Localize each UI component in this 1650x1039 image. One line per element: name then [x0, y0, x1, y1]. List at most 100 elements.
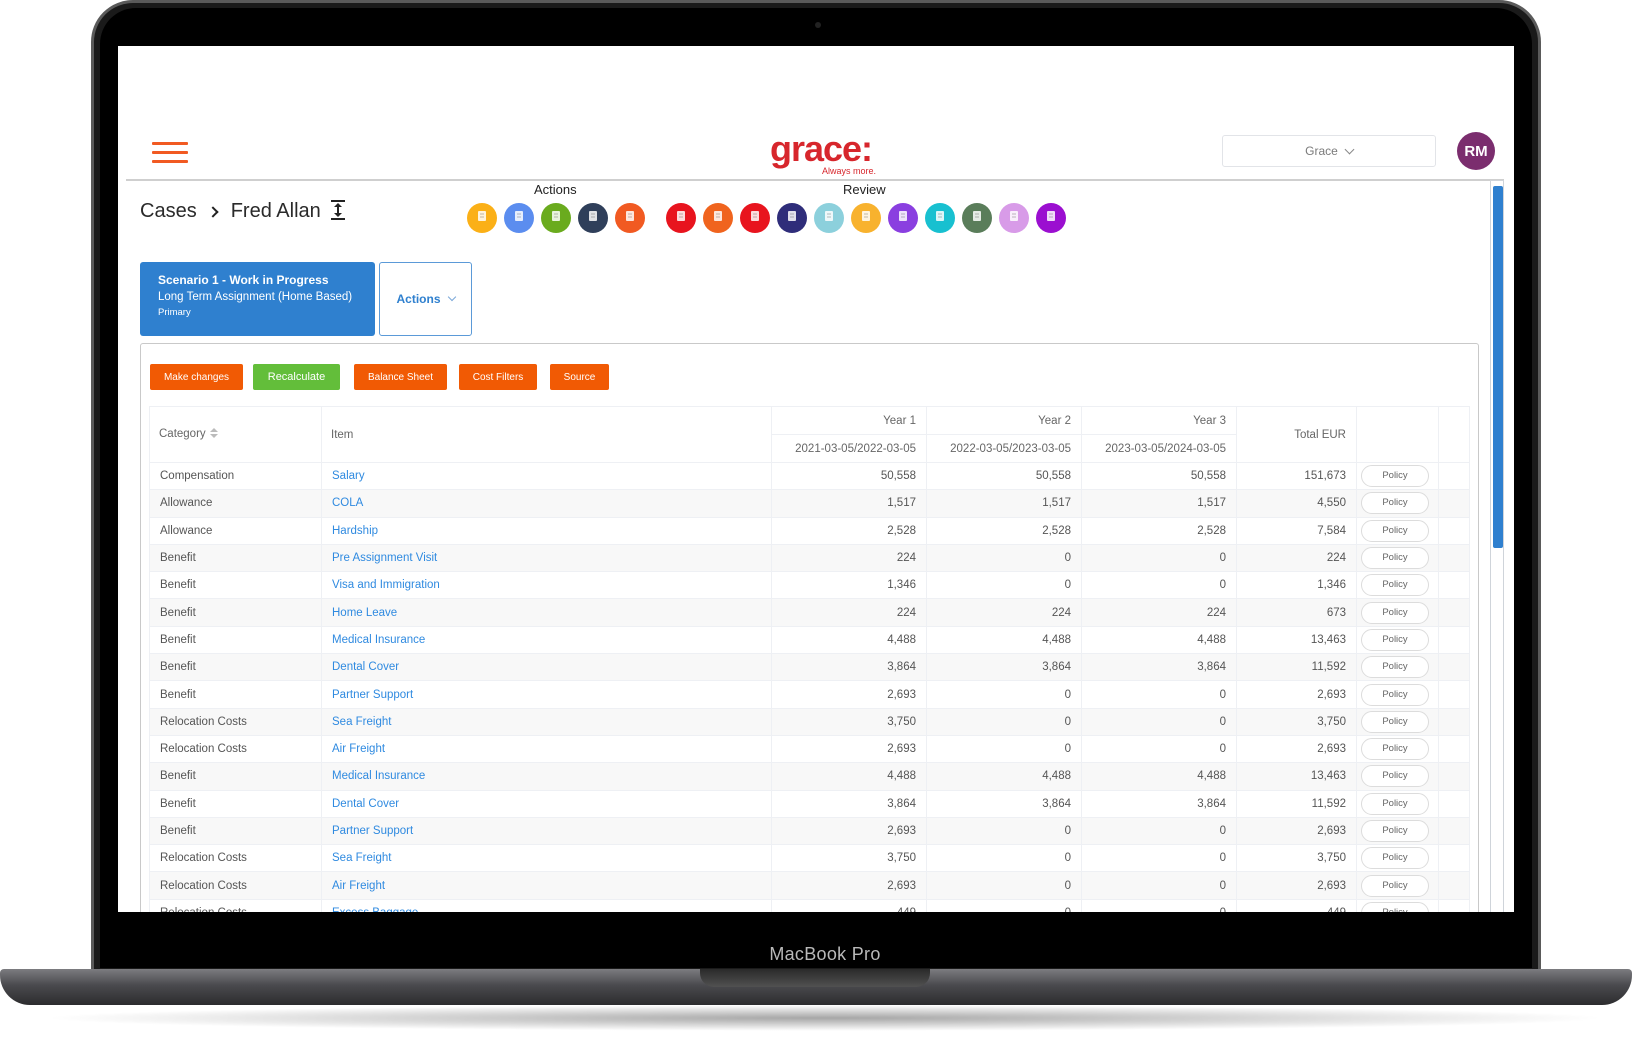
cell-total: 11,592 — [1236, 790, 1357, 818]
policy-button[interactable]: Policy — [1361, 901, 1429, 912]
item-link[interactable]: Dental Cover — [332, 661, 399, 673]
review-list-button[interactable] — [1036, 203, 1066, 233]
item-link[interactable]: Air Freight — [332, 880, 385, 892]
item-link[interactable]: Partner Support — [332, 825, 413, 837]
policy-button[interactable]: Policy — [1361, 792, 1429, 815]
expand-vertical-icon[interactable] — [328, 198, 348, 222]
cell-year2: 1,517 — [926, 489, 1082, 518]
item-link[interactable]: Pre Assignment Visit — [332, 552, 437, 564]
source-button[interactable]: Source — [550, 364, 609, 390]
cell-total: 13,463 — [1236, 626, 1357, 655]
balance-sheet-button[interactable]: Balance Sheet — [354, 364, 447, 390]
menu-icon[interactable] — [152, 142, 188, 164]
review-map-pin-button[interactable] — [851, 203, 881, 233]
cell-item: Pre Assignment Visit — [321, 544, 772, 573]
cell-policy: Policy — [1356, 762, 1439, 791]
policy-button[interactable]: Policy — [1361, 738, 1429, 761]
review-checklist-button[interactable] — [888, 203, 918, 233]
policy-button[interactable]: Policy — [1361, 628, 1429, 651]
policy-button[interactable]: Policy — [1361, 656, 1429, 679]
team-chart-icon — [586, 209, 600, 228]
policy-button[interactable]: Policy — [1361, 710, 1429, 733]
cell-year3: 0 — [1081, 544, 1237, 573]
column-header-category[interactable]: Category — [149, 406, 322, 463]
policy-button[interactable]: Policy — [1361, 574, 1429, 597]
cell-total: 3,750 — [1236, 708, 1357, 736]
item-link[interactable]: Sea Freight — [332, 716, 391, 728]
cell-item: Air Freight — [321, 735, 772, 764]
action-form-button[interactable] — [615, 203, 645, 233]
policy-button[interactable]: Policy — [1361, 465, 1429, 488]
item-link[interactable]: Partner Support — [332, 689, 413, 701]
item-link[interactable]: COLA — [332, 497, 363, 509]
policy-button[interactable]: Policy — [1361, 683, 1429, 706]
stage: MacBook Pro grace: Always more. Grace RM… — [0, 0, 1650, 1039]
review-inbox-button[interactable] — [925, 203, 955, 233]
policy-button[interactable]: Policy — [1361, 847, 1429, 870]
item-link[interactable]: Sea Freight — [332, 852, 391, 864]
action-mail-button[interactable] — [504, 203, 534, 233]
cell-policy: Policy — [1356, 871, 1439, 900]
cell-category: Benefit — [149, 598, 322, 627]
table-row: Allowance Hardship 2,528 2,528 2,528 7,584 Pol… — [149, 517, 1470, 545]
tenant-select-value: Grace — [1305, 144, 1338, 158]
cell-category: Benefit — [149, 762, 322, 791]
actions-group-label: Actions — [534, 182, 577, 197]
review-scales-button[interactable] — [999, 203, 1029, 233]
review-moving-truck-button[interactable] — [814, 203, 844, 233]
tenant-select[interactable]: Grace — [1222, 135, 1436, 167]
review-people-button[interactable] — [740, 203, 770, 233]
scenario-actions-label: Actions — [396, 292, 441, 306]
policy-button[interactable]: Policy — [1361, 765, 1429, 788]
item-link[interactable]: Hardship — [332, 525, 378, 537]
item-link[interactable]: Visa and Immigration — [332, 579, 440, 591]
item-link[interactable]: Medical Insurance — [332, 634, 425, 646]
item-link[interactable]: Medical Insurance — [332, 770, 425, 782]
recalculate-button[interactable]: Recalculate — [253, 364, 340, 390]
cell-year2: 4,488 — [926, 626, 1082, 655]
make-changes-button[interactable]: Make changes — [150, 364, 243, 390]
cell-year3: 0 — [1081, 844, 1237, 873]
policy-button[interactable]: Policy — [1361, 492, 1429, 515]
action-linked-folder-button[interactable] — [541, 203, 571, 233]
item-link[interactable]: Dental Cover — [332, 798, 399, 810]
table-row: Relocation Costs Sea Freight 3,750 0 0 3,750 P… — [149, 708, 1470, 736]
cell-policy: Policy — [1356, 571, 1439, 600]
policy-button[interactable]: Policy — [1361, 874, 1429, 897]
scenario-actions-dropdown[interactable]: Actions — [379, 262, 472, 336]
avatar[interactable]: RM — [1457, 132, 1495, 170]
form-icon — [623, 209, 637, 228]
sort-icon[interactable] — [209, 428, 218, 440]
policy-button[interactable]: Policy — [1361, 820, 1429, 842]
cell-year1: 1,517 — [771, 489, 927, 518]
cell-item: Home Leave — [321, 598, 772, 627]
cell-total: 2,693 — [1236, 871, 1357, 900]
review-coins-button[interactable] — [777, 203, 807, 233]
column-header-year2: Year 2 — [926, 406, 1082, 435]
cost-filters-button[interactable]: Cost Filters — [459, 364, 537, 390]
review-briefcase-button[interactable] — [666, 203, 696, 233]
chevron-down-icon — [1344, 144, 1355, 154]
cell-year1: 2,693 — [771, 680, 927, 709]
item-link[interactable]: Excess Baggage — [332, 907, 418, 912]
cell-spacer — [1438, 489, 1470, 518]
policy-button[interactable]: Policy — [1361, 547, 1429, 570]
breadcrumb-cases[interactable]: Cases — [140, 200, 197, 223]
cell-policy: Policy — [1356, 653, 1439, 682]
item-link[interactable]: Home Leave — [332, 607, 397, 619]
map-pin-icon — [859, 209, 873, 228]
cell-spacer — [1438, 598, 1470, 627]
action-team-chart-button[interactable] — [578, 203, 608, 233]
item-link[interactable]: Air Freight — [332, 743, 385, 755]
policy-button[interactable]: Policy — [1361, 519, 1429, 542]
review-gauge-button[interactable] — [703, 203, 733, 233]
table-row: Benefit Dental Cover 3,864 3,864 3,864 11,592… — [149, 790, 1470, 818]
cell-item: Salary — [321, 462, 772, 491]
cell-spacer — [1438, 680, 1470, 709]
policy-button[interactable]: Policy — [1361, 601, 1429, 624]
review-dollar-button[interactable] — [962, 203, 992, 233]
scrollbar-thumb[interactable] — [1493, 186, 1503, 548]
action-document-button[interactable] — [467, 203, 497, 233]
item-link[interactable]: Salary — [332, 470, 365, 482]
scenario-card[interactable]: Scenario 1 - Work in Progress Long Term … — [140, 262, 375, 336]
